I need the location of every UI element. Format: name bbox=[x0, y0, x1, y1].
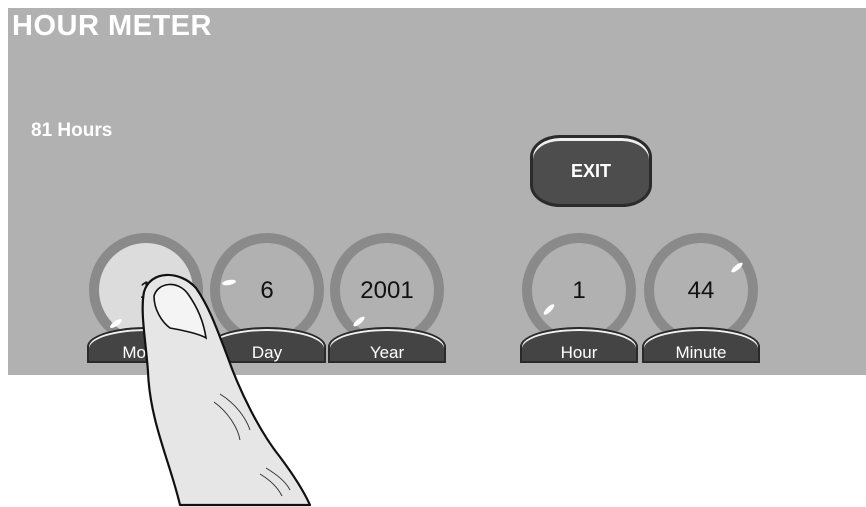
finger-pointer-icon bbox=[141, 273, 312, 507]
year-dial[interactable]: 2001 Year bbox=[328, 233, 446, 363]
hour-value: 1 bbox=[572, 277, 586, 304]
minute-dial[interactable]: 44 Minute bbox=[642, 233, 760, 363]
year-value: 2001 bbox=[360, 277, 414, 304]
page-title: HOUR METER bbox=[12, 10, 212, 42]
year-label: Year bbox=[369, 343, 405, 362]
hour-dial[interactable]: 1 Hour bbox=[520, 233, 638, 363]
minute-value: 44 bbox=[687, 277, 715, 304]
hour-label: Hour bbox=[560, 343, 598, 362]
exit-button[interactable]: EXIT bbox=[530, 135, 652, 207]
hours-readout: 81 Hours bbox=[31, 120, 113, 141]
minute-label: Minute bbox=[675, 343, 727, 362]
